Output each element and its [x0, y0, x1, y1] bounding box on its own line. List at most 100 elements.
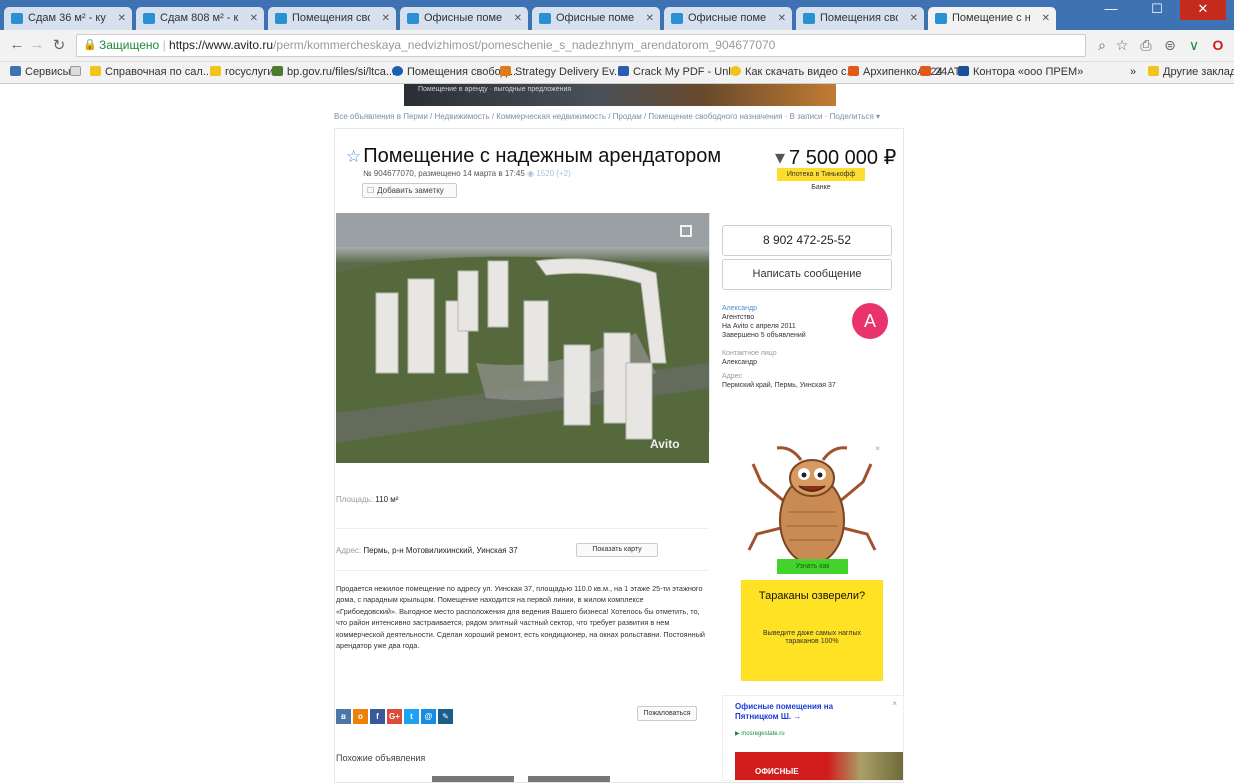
learn-how-button[interactable]: Узнать как [777, 559, 848, 574]
browser-tab[interactable]: Сдам 808 м² - купить✕ [136, 7, 264, 30]
photo-illustration [336, 213, 709, 463]
extension-icon[interactable]: ⊜ [1162, 37, 1178, 54]
address-toolbar: ← → ↻ 🔒 Защищено | https://www.avito.ru/… [0, 30, 1234, 62]
close-tab-icon[interactable]: ✕ [778, 7, 786, 30]
bookmark-item[interactable]: Как скачать видео с... [730, 66, 856, 78]
bookmark-item[interactable] [70, 66, 85, 78]
opera-icon[interactable]: O [1210, 37, 1226, 53]
bookmark-star-icon[interactable]: ☆ [1114, 37, 1130, 54]
twitter-share-icon[interactable]: t [404, 709, 419, 724]
bookmarks-overflow-icon[interactable]: » [1130, 66, 1136, 78]
zoom-icon[interactable]: ⌕ [1094, 37, 1110, 54]
forward-arrow-icon[interactable]: → [28, 36, 46, 53]
address-param: Адрес: Пермь, р-н Мотовилихинский, Уинск… [336, 546, 518, 555]
contact-label: Контактное лицо [722, 350, 777, 357]
show-map-button[interactable]: Показать карту [576, 543, 658, 557]
avito-favicon-icon [935, 13, 947, 24]
bookmark-item[interactable]: Другие закладки [1148, 66, 1234, 78]
close-tab-icon[interactable]: ✕ [514, 7, 522, 30]
browser-tab[interactable]: Офисные помещен...✕ [532, 7, 660, 30]
url-path: /perm/kommercheskaya_nedvizhimost/pomesc… [273, 38, 776, 52]
bookmark-item[interactable]: Crack My PDF - Unl... [618, 66, 740, 78]
folder-icon [90, 66, 101, 76]
bookmark-item[interactable]: Контора «ооо ПРЕМ» [958, 66, 1083, 78]
page-icon [70, 66, 81, 76]
bookmark-item[interactable]: госуслуги [210, 66, 273, 78]
browser-tab[interactable]: Помещения свобод...✕ [268, 7, 396, 30]
close-tab-icon[interactable]: ✕ [910, 7, 918, 30]
secure-label: Защищено [99, 38, 160, 52]
seller-name-link[interactable]: Александр [722, 304, 836, 313]
bookmarks-bar: Сервисы Справочная по сал... госуслуги b… [0, 62, 1234, 84]
similar-thumbnail[interactable] [528, 776, 610, 782]
grid-icon [618, 66, 629, 76]
office-ad[interactable]: × Офисные помещения на Пятницком Ш. → ▶ … [722, 695, 904, 781]
browser-tab[interactable]: Офисные помещен...✕ [400, 7, 528, 30]
divider [336, 570, 708, 571]
fullscreen-icon[interactable] [680, 225, 692, 237]
show-phone-button[interactable]: 8 902 472-25-52 [722, 225, 892, 256]
listing-price: ▾ 7 500 000 ₽ [775, 145, 896, 170]
avito-favicon-icon [671, 13, 683, 24]
badge-24-icon [920, 66, 931, 76]
area-param: Площадь: 110 м² [336, 495, 398, 504]
breadcrumb[interactable]: Все объявления в Перми / Недвижимость / … [334, 112, 909, 121]
mortgage-badge[interactable]: Ипотека в Тинькофф Банке [777, 168, 865, 191]
add-note-button[interactable]: ☐ Добавить заметку [362, 183, 457, 198]
bookmark-item[interactable]: Справочная по сал... [90, 66, 212, 78]
cockroach-ad[interactable]: × Узнать как Тараканы озверели? Выведите… [741, 442, 883, 681]
ad-close-icon[interactable]: × [892, 699, 897, 708]
photo-watermark: Avito [650, 437, 680, 451]
top-banner-ad[interactable]: Помещение в аренду · выгодные предложени… [404, 84, 836, 106]
facebook-share-icon[interactable]: f [370, 709, 385, 724]
write-message-button[interactable]: Написать сообщение [722, 259, 892, 290]
close-tab-icon[interactable]: ✕ [382, 7, 390, 30]
browser-tab[interactable]: Офисные помещен...✕ [664, 7, 792, 30]
listing-photo[interactable] [336, 213, 709, 463]
bookmark-item[interactable]: 24АТ [920, 66, 960, 78]
close-window-button[interactable]: ✕ [1180, 0, 1226, 20]
bookmark-item[interactable]: Strategy Delivery Ev... [500, 66, 623, 78]
google-plus-share-icon[interactable]: G+ [387, 709, 402, 724]
url-input[interactable]: 🔒 Защищено | https://www.avito.ru/perm/k… [76, 34, 1086, 57]
seller-address-value: Пермский край, Пермь, Уинская 37 [722, 382, 836, 389]
avito-favicon-icon [539, 13, 551, 24]
minimize-button[interactable]: — [1088, 0, 1134, 20]
url-host: https://www.avito.ru [169, 38, 274, 52]
folder-icon [210, 66, 221, 76]
browser-tab[interactable]: Помещения свобод...✕ [796, 7, 924, 30]
complain-button[interactable]: Пожаловаться [637, 706, 697, 721]
close-tab-icon[interactable]: ✕ [250, 7, 258, 30]
avito-favicon-icon [407, 13, 419, 24]
price-value: 7 500 000 ₽ [789, 147, 897, 169]
window-controls: — ☐ ✕ [1084, 0, 1234, 20]
bookmark-item[interactable]: Сервисы [10, 66, 71, 78]
divider [336, 528, 708, 529]
avatar[interactable]: А [852, 303, 888, 339]
close-tab-icon[interactable]: ✕ [118, 7, 126, 30]
reload-icon[interactable]: ↻ [50, 36, 68, 54]
ad-image-text: ОФИСНЫЕ [755, 767, 799, 776]
price-dropdown-icon[interactable]: ▾ [775, 147, 785, 169]
ok-share-icon[interactable]: о [353, 709, 368, 724]
livejournal-share-icon[interactable]: ✎ [438, 709, 453, 724]
similar-thumbnail[interactable] [432, 776, 514, 782]
mail-share-icon[interactable]: @ [421, 709, 436, 724]
browser-tab[interactable]: Сдам 36 м² - купить✕ [4, 7, 132, 30]
close-tab-icon[interactable]: ✕ [646, 7, 654, 30]
bookmark-item[interactable]: Помещения свобод... [392, 66, 516, 78]
listing-title: ☆ Помещение с надежным арендатором [346, 145, 721, 168]
favorite-star-icon[interactable]: ☆ [346, 147, 361, 166]
print-icon[interactable]: ⎙ [1138, 37, 1154, 54]
vpn-icon[interactable]: ∨ [1186, 37, 1202, 54]
ad-headline[interactable]: Офисные помещения на Пятницком Ш. → [735, 702, 845, 722]
back-arrow-icon[interactable]: ← [8, 36, 26, 53]
views-count: 1520 (+2) [536, 169, 571, 178]
maximize-button[interactable]: ☐ [1134, 0, 1180, 20]
vk-share-icon[interactable]: в [336, 709, 351, 724]
browser-tab-active[interactable]: Помещение с надеж...✕ [928, 7, 1056, 30]
ad-url[interactable]: ▶ mosregestate.ru [735, 730, 785, 737]
similar-heading: Похожие объявления [336, 753, 426, 763]
bookmark-item[interactable]: bp.gov.ru/files/si/ltca... [272, 66, 395, 78]
close-tab-icon[interactable]: ✕ [1042, 7, 1050, 30]
